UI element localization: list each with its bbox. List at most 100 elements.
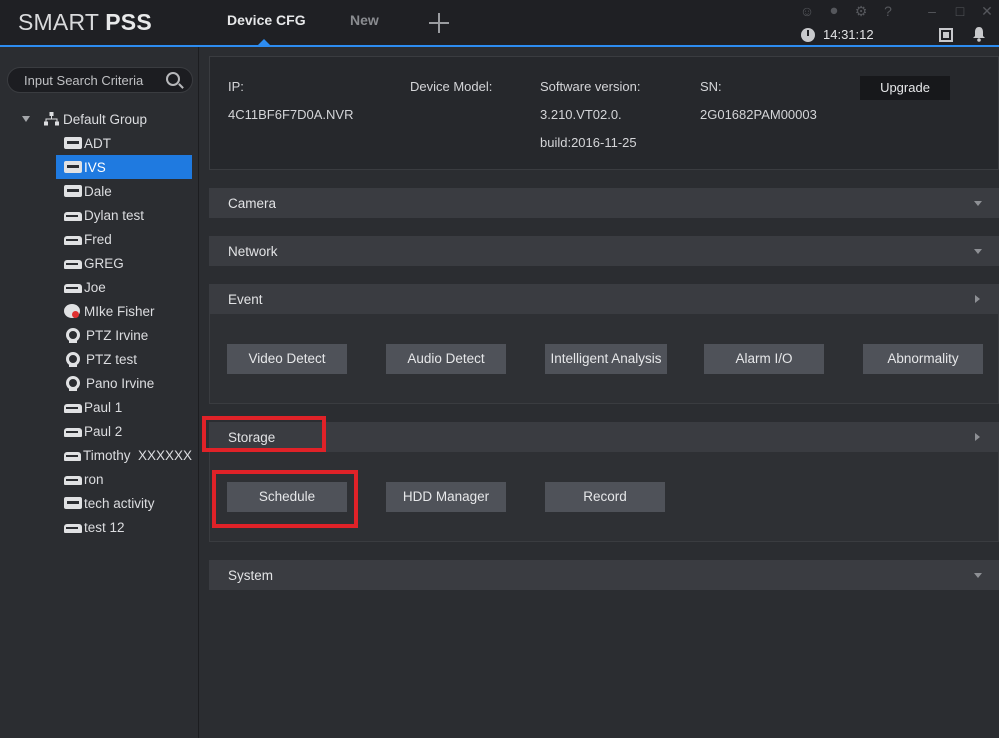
sidebar-device-item[interactable]: Pano Irvine: [56, 371, 192, 395]
group-label: Default Group: [63, 111, 148, 127]
abnormality-button[interactable]: Abnormality: [863, 344, 983, 374]
user-icon[interactable]: ☺: [799, 3, 815, 19]
nvr-icon: [64, 137, 82, 149]
close-icon[interactable]: ✕: [979, 3, 995, 19]
dvr-icon: [64, 523, 82, 533]
sidebar-device-item[interactable]: Paul 1: [56, 395, 192, 419]
dvr-icon: [64, 451, 81, 461]
device-label: Dylan test: [84, 207, 145, 223]
sidebar-device-item[interactable]: PTZ Irvine: [56, 323, 192, 347]
tab-new[interactable]: New: [350, 12, 379, 28]
sidebar-device-item[interactable]: Fred: [56, 227, 192, 251]
search-box[interactable]: [7, 67, 193, 93]
sidebar-device-item[interactable]: PTZ test: [56, 347, 192, 371]
sidebar-device-item[interactable]: Timothy XXXXXX: [56, 443, 192, 467]
section-system[interactable]: System: [209, 560, 999, 590]
device-label: ADT: [84, 135, 111, 151]
section-event-label: Event: [228, 292, 263, 307]
device-label: ron: [84, 471, 104, 487]
chevron-down-icon[interactable]: [974, 573, 982, 578]
device-list: ADT IVS Dale Dylan test Fred GREG Joe MIke Fish…: [56, 131, 192, 539]
section-system-label: System: [228, 568, 274, 583]
device-label: IVS: [84, 159, 106, 175]
sidebar-device-item[interactable]: tech activity: [56, 491, 192, 515]
settings-gear-icon[interactable]: ⚙: [853, 3, 869, 19]
dvr-icon: [64, 211, 82, 221]
dvr-icon: [64, 235, 82, 245]
device-label: tech activity: [84, 495, 155, 511]
sidebar-device-item[interactable]: Dylan test: [56, 203, 192, 227]
sn-label: SN:: [700, 79, 722, 94]
sidebar-device-item[interactable]: MIke Fisher: [56, 299, 192, 323]
video-detect-button[interactable]: Video Detect: [227, 344, 347, 374]
search-icon[interactable]: [166, 72, 180, 86]
add-tab-icon[interactable]: [428, 12, 450, 34]
device-label: PTZ test: [86, 351, 138, 367]
chevron-right-icon[interactable]: [975, 433, 980, 441]
sidebar-device-item[interactable]: Paul 2: [56, 419, 192, 443]
device-group[interactable]: Default Group: [20, 109, 147, 129]
app-logo: SMART PSS: [18, 9, 152, 35]
dvr-icon: [64, 403, 82, 413]
device-label: Joe: [84, 279, 106, 295]
section-storage-label: Storage: [228, 430, 276, 445]
section-event[interactable]: Event: [209, 284, 999, 314]
section-camera-label: Camera: [228, 196, 277, 211]
maximize-icon[interactable]: □: [952, 3, 968, 19]
expand-arrow-icon[interactable]: [22, 116, 30, 122]
device-label: Paul 1: [84, 399, 123, 415]
section-network-label: Network: [228, 244, 278, 259]
software-version-label: Software version:: [540, 79, 641, 94]
device-label: Pano Irvine: [86, 375, 155, 391]
sidebar-device-item[interactable]: Dale: [56, 179, 192, 203]
device-label: test 12: [84, 519, 125, 535]
tab-device-cfg[interactable]: Device CFG: [227, 12, 306, 28]
help-icon[interactable]: ?: [880, 3, 896, 19]
ptz-camera-icon: [66, 376, 80, 391]
device-label: Timothy XXXXXX: [82, 447, 192, 463]
nvr-icon: [64, 161, 82, 173]
alarm-io-button[interactable]: Alarm I/O: [704, 344, 824, 374]
intelligent-analysis-button[interactable]: Intelligent Analysis: [545, 344, 667, 374]
sidebar-device-item[interactable]: ADT: [56, 131, 192, 155]
group-tree-icon: [44, 112, 59, 126]
nvr-icon: [64, 185, 82, 197]
minimize-icon[interactable]: –: [924, 3, 940, 19]
schedule-button[interactable]: Schedule: [227, 482, 347, 512]
dvr-icon: [64, 259, 82, 269]
lock-icon[interactable]: ⚫: [826, 3, 842, 19]
software-build-value: build:2016-11-25: [540, 135, 637, 150]
section-storage[interactable]: Storage: [209, 422, 999, 452]
device-sidebar: Default Group ADT IVS Dale Dylan test Fred GR…: [0, 47, 199, 738]
device-label: Fred: [84, 231, 112, 247]
hdd-manager-button[interactable]: HDD Manager: [386, 482, 506, 512]
sidebar-device-item[interactable]: GREG: [56, 251, 192, 275]
search-input[interactable]: [24, 71, 154, 89]
title-bar: SMART PSS Device CFG New ☺ ⚫ ⚙ ? – □ ✕ 1…: [0, 0, 999, 47]
nvr-icon: [64, 497, 82, 509]
sidebar-device-item[interactable]: IVS: [56, 155, 192, 179]
sidebar-device-item[interactable]: test 12: [56, 515, 192, 539]
ptz-camera-icon: [66, 328, 80, 343]
ip-value: 4C11BF6F7D0A.NVR: [228, 107, 354, 122]
main-content: IP: 4C11BF6F7D0A.NVR Device Model: Softw…: [200, 47, 999, 738]
chevron-down-icon[interactable]: [974, 249, 982, 254]
ptz-camera-icon: [66, 352, 80, 367]
upgrade-button[interactable]: Upgrade: [860, 76, 950, 100]
sidebar-device-item[interactable]: Joe: [56, 275, 192, 299]
audio-detect-button[interactable]: Audio Detect: [386, 344, 506, 374]
chevron-right-icon[interactable]: [975, 295, 980, 303]
device-label: Dale: [84, 183, 112, 199]
section-network[interactable]: Network: [209, 236, 999, 266]
record-button[interactable]: Record: [545, 482, 665, 512]
device-model-label: Device Model:: [410, 79, 493, 94]
event-options-panel: Video Detect Audio Detect Intelligent An…: [209, 314, 999, 404]
software-version-value: 3.210.VT02.0.: [540, 107, 622, 122]
chevron-down-icon[interactable]: [974, 201, 982, 206]
section-camera[interactable]: Camera: [209, 188, 999, 218]
cpu-chip-icon[interactable]: [939, 28, 953, 42]
device-label: Paul 2: [84, 423, 123, 439]
device-label: PTZ Irvine: [86, 327, 149, 343]
bell-icon[interactable]: [972, 26, 986, 42]
sidebar-device-item[interactable]: ron: [56, 467, 192, 491]
